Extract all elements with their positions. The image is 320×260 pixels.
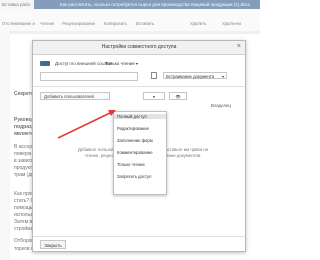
- dialog-header: Настройки совместного доступа ×: [33, 41, 245, 55]
- share-link-field[interactable]: [40, 72, 138, 81]
- filter-select[interactable]: ▾: [143, 92, 165, 100]
- chevron-down-icon: ▾: [135, 61, 138, 66]
- owner-column-header: Владелец: [211, 103, 231, 108]
- add-users-button[interactable]: Добавить пользователей: [40, 92, 110, 100]
- permission-option-fill-forms[interactable]: Заполнение форм: [117, 138, 153, 143]
- permission-select-value: Только чтение: [105, 61, 135, 66]
- permission-select[interactable]: Только чтение▾: [105, 60, 139, 67]
- sharing-settings-dialog: Настройки совместного доступа × Доступ п…: [32, 40, 246, 252]
- embed-select-value: Встраивание документа: [166, 74, 215, 79]
- close-button[interactable]: Закрыть: [40, 240, 66, 249]
- chevron-down-icon: ▾: [221, 74, 224, 79]
- permission-option-comment[interactable]: Комментирование: [117, 150, 153, 155]
- permission-option-read-only[interactable]: Только чтение: [117, 162, 145, 167]
- permission-option-deny[interactable]: Запретить доступ: [117, 174, 151, 179]
- share-link-label: Доступ по внешней ссылке: [55, 61, 112, 66]
- permission-option-full-access[interactable]: Полный доступ: [114, 114, 166, 119]
- divider: [33, 86, 245, 87]
- close-icon[interactable]: ×: [237, 43, 241, 50]
- dialog-title: Настройки совместного доступа: [101, 44, 177, 50]
- embed-select[interactable]: Встраивание документа ▾: [163, 72, 227, 79]
- copy-icon[interactable]: [151, 72, 157, 79]
- permission-dropdown: Полный доступ Редактирование Заполнение …: [113, 111, 167, 195]
- divider: [33, 236, 245, 237]
- toggle-switch[interactable]: [40, 61, 50, 66]
- permission-option-edit[interactable]: Редактирование: [117, 126, 149, 131]
- eye-icon[interactable]: 👁: [169, 92, 187, 100]
